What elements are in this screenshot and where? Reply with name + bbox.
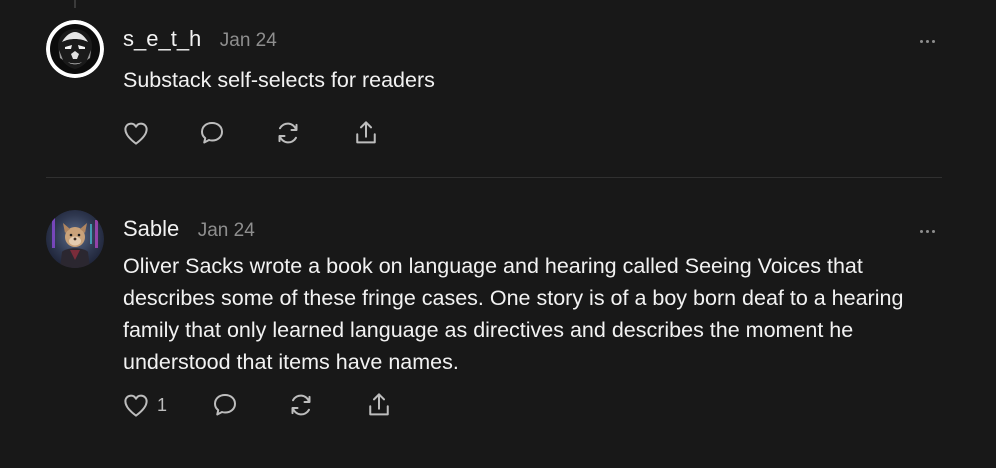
more-options-icon[interactable] (912, 224, 942, 238)
comment-date[interactable]: Jan 24 (220, 30, 277, 51)
comment-icon (201, 122, 223, 144)
author-name[interactable]: s_e_t_h (123, 26, 201, 51)
avatar[interactable] (46, 20, 104, 78)
comment-body: Oliver Sacks wrote a book on language an… (123, 254, 904, 374)
reply-button[interactable] (210, 389, 240, 421)
like-count: 1 (157, 394, 168, 415)
share-icon (356, 121, 376, 144)
comment-header: s_e_t_h Jan 24 (123, 26, 277, 52)
comment-body: Substack self-selects for readers (123, 68, 435, 92)
like-button[interactable] (121, 117, 151, 149)
reply-button[interactable] (197, 117, 227, 149)
avatar[interactable] (46, 210, 104, 268)
restack-button[interactable] (273, 117, 303, 149)
more-options-icon[interactable] (912, 34, 942, 48)
share-icon (369, 393, 389, 416)
like-button[interactable]: 1 (121, 389, 167, 421)
heart-icon (124, 122, 148, 145)
restack-icon (291, 394, 311, 416)
share-button[interactable] (351, 117, 381, 149)
comment-divider (46, 177, 942, 178)
restack-button[interactable] (286, 389, 316, 421)
heart-icon (124, 394, 148, 417)
comment-header: Sable Jan 24 (123, 216, 255, 242)
thread-line (74, 0, 76, 8)
share-button[interactable] (364, 389, 394, 421)
comment-date[interactable]: Jan 24 (198, 220, 255, 241)
restack-icon (278, 122, 298, 144)
author-name[interactable]: Sable (123, 216, 179, 241)
comment-icon (214, 394, 236, 416)
